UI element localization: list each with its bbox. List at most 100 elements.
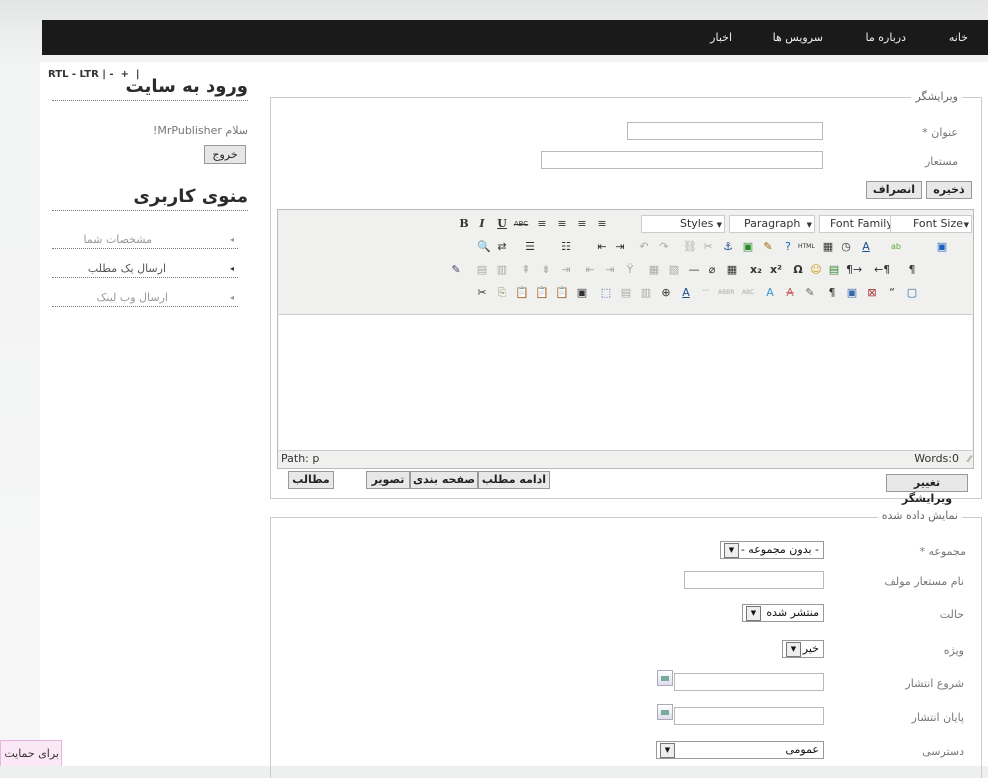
pagebreak-icon[interactable]: ⊠ [864,285,880,301]
paste-word-icon[interactable]: 📋 [554,285,570,301]
access-select[interactable]: عمومی ▼ [656,741,824,759]
col-before-icon[interactable]: ⇤ [582,262,598,278]
paste-icon[interactable]: 📋 [514,285,530,301]
state-select[interactable]: منتشر شده ▼ [742,604,824,622]
menu-item-profile[interactable]: مشخصات شما [84,233,152,246]
styles-select[interactable]: Styles ▼ [641,215,725,233]
subscript-icon[interactable]: x₂ [748,262,764,278]
fullscreen-icon[interactable]: ▣ [934,239,950,255]
split-cells-icon[interactable]: ▦ [646,262,662,278]
article-button[interactable]: مطالب [288,471,334,489]
edit-icon[interactable]: ✎ [448,262,464,278]
rtl-icon[interactable]: ←¶ [874,262,890,278]
visual-chars-icon[interactable]: ¶ [824,285,840,301]
menu-item-submit-article[interactable]: ارسال یک مطلب [88,262,166,275]
horizontal-rule-icon[interactable]: — [686,262,702,278]
indent-icon[interactable]: ⇥ [612,239,628,255]
background-color-icon[interactable]: ab [888,239,904,255]
insert-icon[interactable]: A [762,285,778,301]
image-button[interactable]: تصویر [366,471,410,489]
move-backward-icon[interactable]: ▥ [638,285,654,301]
image-icon[interactable]: ▣ [740,239,756,255]
resize-handle-icon[interactable]: ⁄⁄ [968,455,971,465]
layer-icon[interactable]: ⬚ [598,285,614,301]
row-before-icon[interactable]: ⇞ [518,262,534,278]
find-icon[interactable]: 🔍 [476,239,492,255]
blockquote-icon[interactable]: “ [884,285,900,301]
underline-icon[interactable]: U [494,216,510,232]
calendar-icon[interactable] [657,704,673,720]
nav-item-about[interactable]: درباره ما [866,31,906,44]
author-alias-input[interactable] [684,571,824,589]
attribs-icon[interactable]: ✎ [802,285,818,301]
insert-date-icon[interactable]: ▦ [820,239,836,255]
nav-item-news[interactable]: اخبار [710,31,732,44]
col-after-icon[interactable]: ⇥ [602,262,618,278]
calendar-icon[interactable] [657,670,673,686]
insert-time-icon[interactable]: ◷ [838,239,854,255]
special-char-icon[interactable]: Ω [790,262,806,278]
template-icon[interactable]: ▣ [844,285,860,301]
paragraph-mark-icon[interactable]: ¶ [904,262,920,278]
emoticon-icon[interactable]: ☺ [808,262,824,278]
align-center-icon[interactable]: ≡ [554,216,570,232]
outdent-icon[interactable]: ⇤ [594,239,610,255]
logout-button[interactable]: خروج [204,145,246,164]
publish-down-input[interactable] [674,707,824,725]
delete-col-icon[interactable]: Ÿ [622,262,638,278]
save-button[interactable]: ذخیره [926,181,972,199]
move-forward-icon[interactable]: ▤ [618,285,634,301]
paste-text-icon[interactable]: 📋 [534,285,550,301]
abbr-icon[interactable]: ABBR [718,285,735,301]
publish-up-input[interactable] [674,673,824,691]
toggle-editor-button[interactable]: تغییر ویرایشگر [886,474,968,505]
acronym-icon[interactable]: ABC [740,285,756,301]
remove-format-icon[interactable]: ⌀ [704,262,720,278]
strikethrough-icon[interactable]: ABC [513,216,529,232]
italic-icon[interactable]: I [474,216,490,232]
pagebreak-button[interactable]: صفحه بندی [410,471,478,489]
align-right-icon[interactable]: ≡ [574,216,590,232]
alias-input[interactable] [541,151,823,169]
html-icon[interactable]: HTML [798,239,815,255]
featured-select[interactable]: خیر ▼ [782,640,824,658]
readmore-button[interactable]: ادامه مطلب [478,471,550,489]
cancel-button[interactable]: انصراف [866,181,922,199]
absolute-icon[interactable]: ⊕ [658,285,674,301]
ltr-icon[interactable]: ¶→ [846,262,862,278]
cut-icon[interactable]: ✂ [474,285,490,301]
anchor-icon[interactable]: ⚓ [720,239,736,255]
editor-content-area[interactable] [279,314,972,451]
bold-icon[interactable]: B [456,216,472,232]
help-icon[interactable]: ? [780,239,796,255]
visual-aid-icon[interactable]: ▦ [724,262,740,278]
text-color-icon[interactable]: A [858,239,874,255]
cell-props-icon[interactable]: ▥ [494,262,510,278]
row-after-icon[interactable]: ⇟ [538,262,554,278]
align-justify-icon[interactable]: ≡ [594,216,610,232]
section-select[interactable]: - بدون مجموعه - ▼ [720,541,824,559]
cleanup-icon[interactable]: ✎ [760,239,776,255]
nav-item-home[interactable]: خانه [949,31,968,44]
font-size-select[interactable]: Font Size ▼ [890,215,972,233]
link-icon[interactable]: ⛓ [682,239,698,255]
preview-icon[interactable]: ▢ [904,285,920,301]
table-props-icon[interactable]: ▤ [474,262,490,278]
align-left-icon[interactable]: ≡ [534,216,550,232]
media-icon[interactable]: ▤ [826,262,842,278]
cite-icon[interactable]: “” [698,285,714,301]
superscript-icon[interactable]: x² [768,262,784,278]
numbered-list-icon[interactable]: ☷ [558,239,574,255]
replace-icon[interactable]: ⇄ [494,239,510,255]
menu-item-submit-weblink[interactable]: ارسال وب لینک [97,291,168,304]
paragraph-select[interactable]: Paragraph ▼ [729,215,815,233]
nav-item-services[interactable]: سرویس ها [773,31,823,44]
undo-icon[interactable]: ↶ [636,239,652,255]
merge-cells-icon[interactable]: ▧ [666,262,682,278]
support-tab[interactable]: برای حمایت [0,740,62,766]
delete-icon[interactable]: A [782,285,798,301]
bullet-list-icon[interactable]: ☰ [522,239,538,255]
select-all-icon[interactable]: ▣ [574,285,590,301]
redo-icon[interactable]: ↷ [656,239,672,255]
styleprops-icon[interactable]: A [678,285,694,301]
